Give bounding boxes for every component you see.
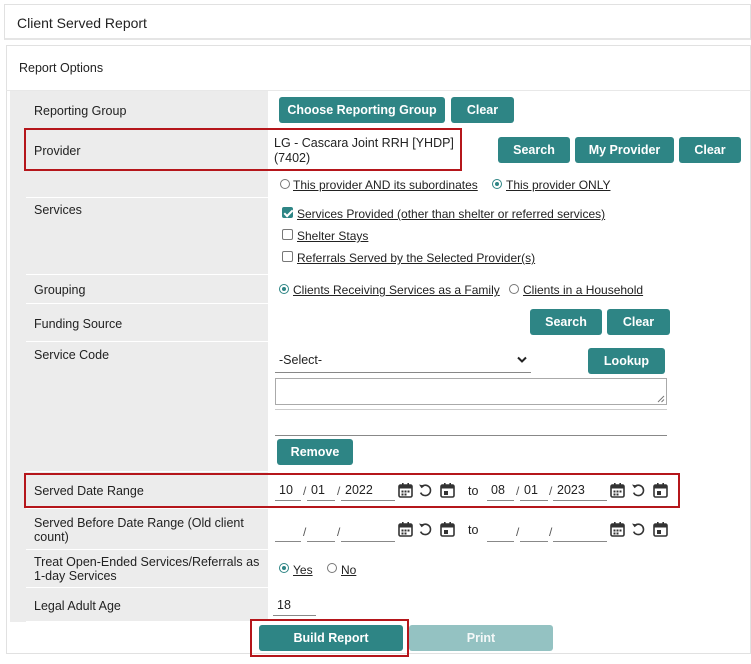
before-from-month-input[interactable]	[275, 518, 301, 542]
before-to-day-input[interactable]	[520, 518, 548, 542]
today-calendar-icon[interactable]	[653, 521, 668, 537]
service-code-list-field[interactable]	[275, 409, 667, 436]
remove-button[interactable]: Remove	[277, 439, 353, 465]
reporting-group-label-cell: Reporting Group	[26, 91, 268, 129]
legal-adult-age-label: Legal Adult Age	[34, 599, 121, 613]
print-button[interactable]: Print	[409, 625, 553, 651]
subordinates-radio[interactable]	[280, 179, 290, 189]
my-provider-button[interactable]: My Provider	[575, 137, 674, 163]
grouping-household-radio[interactable]	[509, 284, 519, 294]
services-provided-label[interactable]: Services Provided (other than shelter or…	[297, 207, 605, 221]
grouping-label: Grouping	[34, 283, 86, 297]
report-options-header: Report Options	[6, 45, 751, 91]
shelter-stays-checkbox[interactable]	[282, 229, 293, 240]
service-code-select[interactable]: -Select-	[275, 347, 531, 373]
reporting-group-label: Reporting Group	[34, 104, 127, 118]
treat-open-ended-yes-label[interactable]: Yes	[293, 563, 313, 577]
date-separator: /	[549, 525, 553, 539]
service-code-label: Service Code	[34, 348, 110, 362]
to-label: to	[468, 523, 479, 537]
date-separator: /	[516, 525, 520, 539]
before-to-year-input[interactable]	[553, 518, 607, 542]
before-to-month-input[interactable]	[487, 518, 514, 542]
build-report-highlight	[250, 619, 409, 657]
date-separator: /	[303, 525, 307, 539]
date-separator: /	[337, 525, 341, 539]
legal-adult-age-input[interactable]: 18	[273, 592, 316, 616]
subordinates-option-label[interactable]: This provider AND its subordinates	[293, 178, 478, 192]
service-code-label-cell: Service Code	[26, 342, 268, 472]
treat-open-ended-label: Treat Open-Ended Services/Referrals as 1-…	[34, 555, 260, 583]
legal-adult-age-label-cell: Legal Adult Age	[26, 588, 268, 622]
report-options-title: Report Options	[19, 61, 104, 75]
reporting-group-clear-button[interactable]: Clear	[451, 97, 514, 123]
funding-clear-button[interactable]: Clear	[607, 309, 670, 335]
reset-icon[interactable]	[418, 521, 433, 537]
before-from-year-input[interactable]	[341, 518, 395, 542]
service-code-textarea[interactable]	[275, 378, 667, 405]
grouping-family-radio[interactable]	[279, 284, 289, 294]
grouping-label-cell: Grouping	[26, 275, 268, 304]
grouping-family-label[interactable]: Clients Receiving Services as a Family	[293, 283, 500, 297]
calendar-icon[interactable]	[610, 521, 625, 537]
row-treat-open-ended: Treat Open-Ended Services/Referrals as 1-…	[26, 550, 751, 588]
shelter-stays-label[interactable]: Shelter Stays	[297, 229, 368, 243]
referrals-served-checkbox[interactable]	[282, 251, 293, 262]
treat-open-ended-yes-radio[interactable]	[279, 563, 289, 573]
services-label-cell: Services	[26, 198, 268, 275]
referrals-served-label[interactable]: Referrals Served by the Selected Provide…	[297, 251, 535, 265]
lookup-button[interactable]: Lookup	[588, 348, 665, 374]
treat-open-ended-label-cell: Treat Open-Ended Services/Referrals as 1-…	[26, 550, 268, 588]
treat-open-ended-no-radio[interactable]	[327, 563, 337, 573]
provider-only-option-label[interactable]: This provider ONLY	[506, 178, 610, 192]
resize-handle-icon[interactable]	[657, 395, 665, 403]
provider-search-button[interactable]: Search	[498, 137, 570, 163]
today-calendar-icon[interactable]	[440, 521, 455, 537]
funding-source-label: Funding Source	[34, 317, 123, 331]
served-date-range-highlight	[24, 473, 680, 508]
services-label: Services	[34, 203, 82, 217]
funding-label-cell: Funding Source	[26, 304, 268, 342]
provider-clear-button[interactable]: Clear	[679, 137, 741, 163]
before-from-day-input[interactable]	[307, 518, 335, 542]
report-header: Client Served Report	[4, 4, 751, 40]
page-title: Client Served Report	[17, 15, 147, 31]
provider-highlight	[24, 128, 462, 171]
chevron-down-icon	[517, 356, 527, 363]
reset-icon[interactable]	[631, 521, 646, 537]
services-provided-checkbox[interactable]	[282, 207, 293, 218]
served-before-label-cell: Served Before Date Range (Old client coun…	[26, 509, 268, 550]
calendar-icon[interactable]	[398, 521, 413, 537]
funding-search-button[interactable]: Search	[530, 309, 602, 335]
provider-options-label-cell	[26, 171, 268, 198]
provider-only-radio[interactable]	[492, 179, 502, 189]
service-code-select-value: -Select-	[279, 353, 323, 367]
choose-reporting-group-button[interactable]: Choose Reporting Group	[279, 97, 445, 123]
grouping-household-label[interactable]: Clients in a Household	[523, 283, 643, 297]
treat-open-ended-no-label[interactable]: No	[341, 563, 356, 577]
row-legal-adult-age: Legal Adult Age	[26, 588, 751, 622]
served-before-label: Served Before Date Range (Old client coun…	[34, 516, 244, 544]
